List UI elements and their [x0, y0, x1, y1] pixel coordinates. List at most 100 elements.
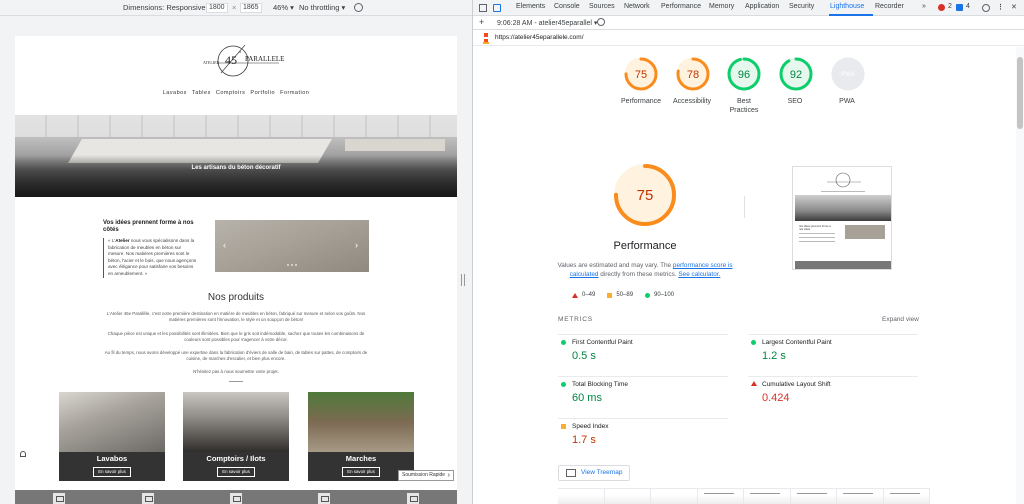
- products-paragraph-1: L'Atelier 45e Parallèle, c'est votre pre…: [106, 311, 366, 322]
- products-separator: [229, 381, 243, 382]
- tab-memory[interactable]: Memory: [709, 3, 734, 10]
- errors-count: 2: [948, 3, 952, 10]
- site-logo[interactable]: ATELIER 45 ° PARALLELE: [181, 40, 291, 82]
- gauge-label: Accessibility: [672, 98, 712, 105]
- site-nav: Lavabos Tables Comptoirs Portfolio Forma…: [15, 90, 457, 96]
- hero-shelf-image: [345, 139, 445, 151]
- metric-name: First Contentful Paint: [572, 339, 633, 346]
- product-card-marches[interactable]: Marches En savoir plus: [308, 392, 414, 481]
- nav-item-formation[interactable]: Formation: [280, 90, 309, 96]
- height-input[interactable]: 1865: [240, 3, 262, 13]
- nav-item-tables[interactable]: Tables: [192, 90, 211, 96]
- average-square-icon: [561, 424, 566, 429]
- poor-triangle-icon: [751, 381, 757, 386]
- expand-view-toggle[interactable]: Expand view: [882, 316, 919, 323]
- touch-cursor-icon: [20, 451, 26, 457]
- performance-title: Performance: [613, 240, 677, 252]
- throttling-dropdown[interactable]: No throttling ▾: [299, 3, 345, 12]
- products-paragraph-3: Au fil du temps, nous avons développé un…: [104, 350, 368, 361]
- nav-item-portfolio[interactable]: Portfolio: [250, 90, 275, 96]
- times-sign: ×: [232, 3, 237, 12]
- width-input[interactable]: 1800: [206, 3, 228, 13]
- tab-console[interactable]: Console: [554, 3, 580, 10]
- report-url[interactable]: https://atelier45eparallele.com/: [495, 34, 584, 41]
- filmstrip-thumbnails: [558, 488, 930, 504]
- view-treemap-button[interactable]: View Treemap: [558, 465, 630, 481]
- tab-recorder[interactable]: Recorder: [875, 3, 904, 10]
- filmstrip-frame: [558, 489, 605, 504]
- logo-number: 45: [225, 53, 237, 67]
- location-icon[interactable]: [318, 493, 331, 504]
- tab-performance[interactable]: Performance: [661, 3, 701, 10]
- rotate-icon[interactable]: [354, 3, 363, 12]
- nav-item-lavabos[interactable]: Lavabos: [163, 90, 187, 96]
- metric-name: Speed Index: [572, 423, 609, 430]
- card-image: [308, 392, 414, 452]
- device-toggle-icon[interactable]: [493, 4, 501, 12]
- gauge-score: 96: [738, 69, 750, 81]
- card-title: Comptoirs / Ilots: [206, 454, 266, 463]
- inspect-icon[interactable]: [479, 4, 487, 12]
- product-card-comptoirs[interactable]: Comptoirs / Ilots En savoir plus: [183, 392, 289, 481]
- logo-word: PARALLELE: [245, 55, 284, 63]
- tab-application[interactable]: Application: [745, 3, 779, 10]
- slider-next-icon[interactable]: ›: [355, 240, 358, 250]
- phone-icon[interactable]: [53, 493, 66, 504]
- scroll-thumb[interactable]: [1017, 57, 1023, 129]
- tab-sources[interactable]: Sources: [589, 3, 615, 10]
- share-icon[interactable]: [406, 493, 419, 504]
- slider-dots[interactable]: [287, 264, 297, 266]
- metric-name: Cumulative Layout Shift: [762, 381, 831, 388]
- learn-more-button[interactable]: En savoir plus: [217, 467, 255, 477]
- tab-security[interactable]: Security: [789, 3, 814, 10]
- metrics-header: METRICS: [558, 316, 593, 323]
- logo-degree: °: [239, 50, 242, 57]
- learn-more-button[interactable]: En savoir plus: [93, 467, 131, 477]
- zoom-dropdown[interactable]: 46% ▾: [273, 3, 294, 12]
- image-slider[interactable]: ‹ ›: [215, 220, 369, 272]
- metric-cumulative-layout-shift: Cumulative Layout Shift 0.424: [748, 376, 918, 414]
- error-icon[interactable]: [938, 4, 945, 11]
- close-icon[interactable]: ✕: [1011, 3, 1017, 11]
- product-card-lavabos[interactable]: Lavabos En savoir plus: [59, 392, 165, 481]
- learn-more-button[interactable]: En savoir plus: [342, 467, 380, 477]
- lighthouse-url-row: https://atelier45eparallele.com/: [473, 30, 1024, 46]
- filmstrip-frame: [651, 489, 698, 504]
- thumbnail-section-title: Vos idées prennent forme à nos côtés: [799, 225, 831, 231]
- message-icon[interactable]: [956, 4, 963, 11]
- thumbnail-logo: [827, 172, 861, 188]
- quick-submit-button[interactable]: Soumission Rapide: [398, 470, 454, 481]
- thumbnail-hero: [795, 195, 891, 221]
- kebab-menu-icon[interactable]: ⋮: [997, 3, 1004, 11]
- nav-item-comptoirs[interactable]: Comptoirs: [216, 90, 246, 96]
- metric-value: 0.5 s: [572, 350, 596, 362]
- report-selector[interactable]: 9:06:28 AM - atelier45eparallel ▾: [497, 19, 597, 27]
- logo-small-text: ATELIER: [203, 60, 220, 65]
- report-scrollbar[interactable]: [1016, 47, 1024, 504]
- gauge-ring: 92: [779, 57, 813, 91]
- email-icon[interactable]: [141, 493, 154, 504]
- add-report-icon[interactable]: +: [479, 17, 484, 27]
- device-toolbar: Dimensions: Responsive ▾ 1800 × 1865 46%…: [0, 0, 472, 16]
- clear-reports-icon[interactable]: [597, 18, 605, 26]
- see-calculator-link[interactable]: See calculator.: [678, 271, 720, 278]
- gauge-score: 75: [635, 69, 647, 81]
- products-title: Nos produits: [207, 292, 265, 303]
- hero-tagline: Les artisans du béton décoratif: [191, 165, 281, 171]
- slider-prev-icon[interactable]: ‹: [223, 240, 226, 250]
- settings-gear-icon[interactable]: [982, 4, 990, 12]
- gauge-label: PWA: [839, 98, 855, 105]
- card-title: Lavabos: [96, 454, 128, 463]
- tab-lighthouse[interactable]: Lighthouse: [830, 3, 864, 10]
- tab-elements[interactable]: Elements: [516, 3, 545, 10]
- more-tabs-icon[interactable]: »: [922, 3, 926, 10]
- form-icon[interactable]: [229, 493, 242, 504]
- good-circle-icon: [561, 340, 566, 345]
- final-screenshot-thumbnail[interactable]: Vos idées prennent forme à nos côtés: [792, 166, 892, 270]
- dimensions-dropdown[interactable]: Dimensions: Responsive ▾: [123, 3, 211, 12]
- lighthouse-logo-icon: [483, 33, 489, 44]
- resize-handle-right[interactable]: [461, 274, 465, 286]
- filmstrip-frame: [883, 489, 930, 504]
- tab-network[interactable]: Network: [624, 3, 650, 10]
- vertical-divider: [744, 196, 745, 218]
